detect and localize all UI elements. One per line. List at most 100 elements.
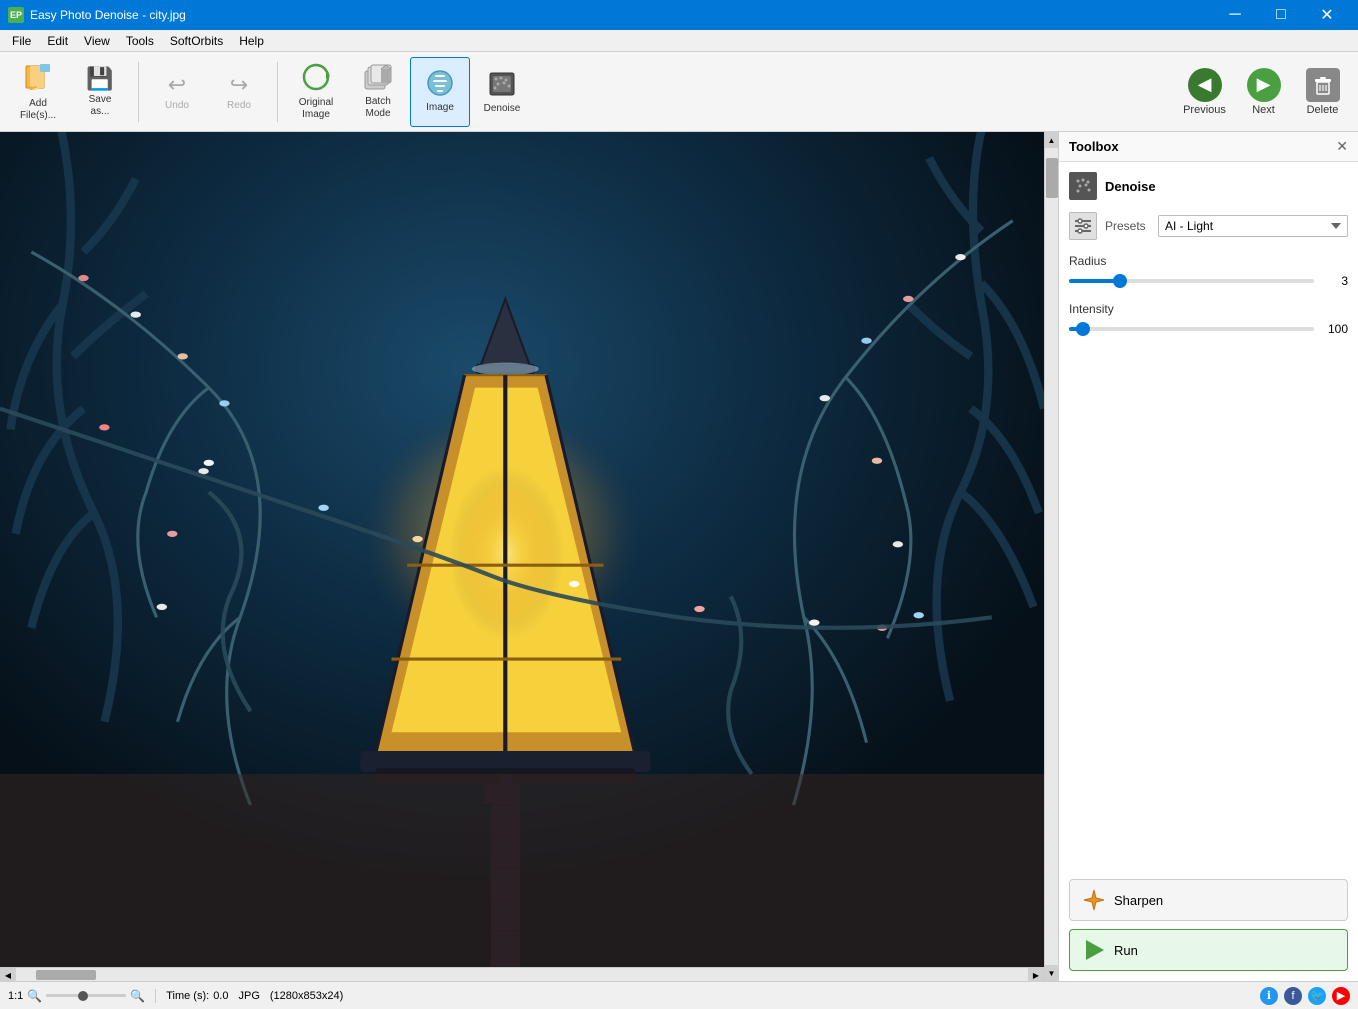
facebook-icon[interactable]: f: [1284, 987, 1302, 1005]
toolbox-panel: Toolbox ✕ Denoise: [1058, 132, 1358, 981]
next-icon: ▶: [1247, 68, 1281, 102]
denoise-icon: [487, 70, 517, 101]
youtube-icon[interactable]: ▶: [1332, 987, 1350, 1005]
menu-help[interactable]: Help: [231, 32, 272, 50]
add-file-icon: 📂: [24, 62, 52, 96]
undo-button[interactable]: ↩ Undo: [147, 57, 207, 127]
toolbar-separator-1: [138, 62, 139, 122]
hscroll-right-button[interactable]: ▶: [1028, 968, 1044, 982]
presets-label: Presets: [1105, 219, 1150, 233]
toolbox-close-button[interactable]: ✕: [1336, 138, 1348, 155]
intensity-slider-track[interactable]: [1069, 327, 1314, 331]
info-icon[interactable]: ℹ: [1260, 987, 1278, 1005]
batch-mode-label: BatchMode: [365, 96, 391, 120]
toolbar-right: ◀ Previous ▶ Next Delete: [1177, 57, 1350, 127]
zoom-label: 1:1: [8, 990, 23, 1002]
toolbox-title: Toolbox: [1069, 139, 1119, 154]
time-section: Time (s): 0.0: [166, 990, 228, 1002]
radius-slider-thumb[interactable]: [1113, 274, 1127, 288]
delete-label: Delete: [1307, 104, 1339, 116]
add-file-label: AddFile(s)...: [20, 98, 56, 122]
close-button[interactable]: ✕: [1304, 0, 1350, 30]
menu-edit[interactable]: Edit: [39, 32, 76, 50]
main-area: ◀ ▶ ▲ ▼ Toolbox ✕: [0, 132, 1358, 981]
window-title: Easy Photo Denoise - city.jpg: [30, 8, 186, 22]
next-button[interactable]: ▶ Next: [1236, 57, 1291, 127]
original-image-button[interactable]: OriginalImage: [286, 57, 346, 127]
run-icon: [1082, 938, 1106, 962]
hscroll-left-button[interactable]: ◀: [0, 968, 16, 982]
time-label: Time (s):: [166, 990, 209, 1002]
menu-tools[interactable]: Tools: [118, 32, 162, 50]
title-bar-left: EP Easy Photo Denoise - city.jpg: [8, 7, 186, 23]
redo-button[interactable]: ↪ Redo: [209, 57, 269, 127]
image-area[interactable]: [0, 132, 1044, 967]
previous-button[interactable]: ◀ Previous: [1177, 57, 1232, 127]
run-button[interactable]: Run: [1069, 929, 1348, 971]
title-bar-controls: ─ □ ✕: [1212, 0, 1350, 30]
sharpen-icon: [1082, 888, 1106, 912]
presets-select[interactable]: AI - Light AI - Medium AI - Heavy Classi…: [1158, 215, 1348, 237]
format-section: JPG: [238, 990, 259, 1002]
save-as-button[interactable]: 💾 Saveas...: [70, 57, 130, 127]
zoom-in-icon[interactable]: 🔍: [130, 989, 145, 1003]
menu-softorbits[interactable]: SoftOrbits: [162, 32, 231, 50]
zoom-controls: 🔍 🔍: [27, 989, 145, 1003]
vscroll-down-button[interactable]: ▼: [1045, 965, 1059, 981]
zoom-section: 1:1 🔍 🔍: [8, 989, 156, 1003]
save-as-label: Saveas...: [89, 94, 112, 118]
toolbar-separator-2: [277, 62, 278, 122]
toolbox-body: Denoise Presets AI - Light: [1059, 162, 1358, 526]
dimensions-value: (1280x853x24): [270, 990, 343, 1002]
toolbox-buttons: Sharpen Run: [1059, 869, 1358, 981]
maximize-button[interactable]: □: [1258, 0, 1304, 30]
presets-row: Presets AI - Light AI - Medium AI - Heav…: [1069, 212, 1348, 240]
original-image-label: OriginalImage: [299, 97, 333, 121]
image-correction-label: Image: [426, 102, 454, 114]
title-bar: EP Easy Photo Denoise - city.jpg ─ □ ✕: [0, 0, 1358, 30]
image-correction-button[interactable]: Image: [410, 57, 470, 127]
app-icon: EP: [8, 7, 24, 23]
run-label: Run: [1114, 943, 1138, 958]
denoise-section-title: Denoise: [1105, 179, 1156, 194]
presets-icon: [1069, 212, 1097, 240]
previous-label: Previous: [1183, 104, 1226, 116]
toolbox-spacer: [1059, 526, 1358, 870]
vscroll-track[interactable]: [1045, 148, 1058, 965]
menu-file[interactable]: File: [4, 32, 39, 50]
vscrollbar[interactable]: ▲ ▼: [1044, 132, 1058, 981]
next-label: Next: [1252, 104, 1275, 116]
sharpen-button[interactable]: Sharpen: [1069, 879, 1348, 921]
format-value: JPG: [238, 990, 259, 1002]
radius-value: 3: [1320, 274, 1348, 288]
intensity-label: Intensity: [1069, 302, 1348, 316]
intensity-slider-thumb[interactable]: [1076, 322, 1090, 336]
vscroll-thumb[interactable]: [1046, 158, 1058, 198]
menu-view[interactable]: View: [76, 32, 118, 50]
delete-icon: [1306, 68, 1340, 102]
zoom-slider[interactable]: [46, 994, 126, 997]
denoise-button[interactable]: Denoise: [472, 57, 532, 127]
redo-label: Redo: [227, 100, 251, 111]
add-file-button[interactable]: 📂 AddFile(s)...: [8, 57, 68, 127]
batch-mode-button[interactable]: BatchMode: [348, 57, 408, 127]
svg-text:📂: 📂: [29, 85, 39, 90]
dimensions-section: (1280x853x24): [270, 990, 343, 1002]
denoise-label: Denoise: [484, 103, 521, 114]
zoom-out-icon[interactable]: 🔍: [27, 989, 42, 1003]
twitter-icon[interactable]: 🐦: [1308, 987, 1326, 1005]
minimize-button[interactable]: ─: [1212, 0, 1258, 30]
denoise-section-header: Denoise: [1069, 172, 1348, 200]
vscroll-up-button[interactable]: ▲: [1045, 132, 1059, 148]
batch-mode-icon: [363, 63, 393, 94]
intensity-slider-row: 100: [1069, 322, 1348, 336]
radius-slider-fill: [1069, 279, 1118, 283]
delete-button[interactable]: Delete: [1295, 57, 1350, 127]
hscroll-track[interactable]: [16, 968, 1028, 981]
sharpen-label: Sharpen: [1114, 893, 1163, 908]
menu-bar: File Edit View Tools SoftOrbits Help: [0, 30, 1358, 52]
hscroll-thumb[interactable]: [36, 970, 96, 980]
radius-slider-track[interactable]: [1069, 279, 1314, 283]
original-image-icon: [301, 62, 331, 95]
zoom-slider-thumb[interactable]: [78, 991, 88, 1001]
